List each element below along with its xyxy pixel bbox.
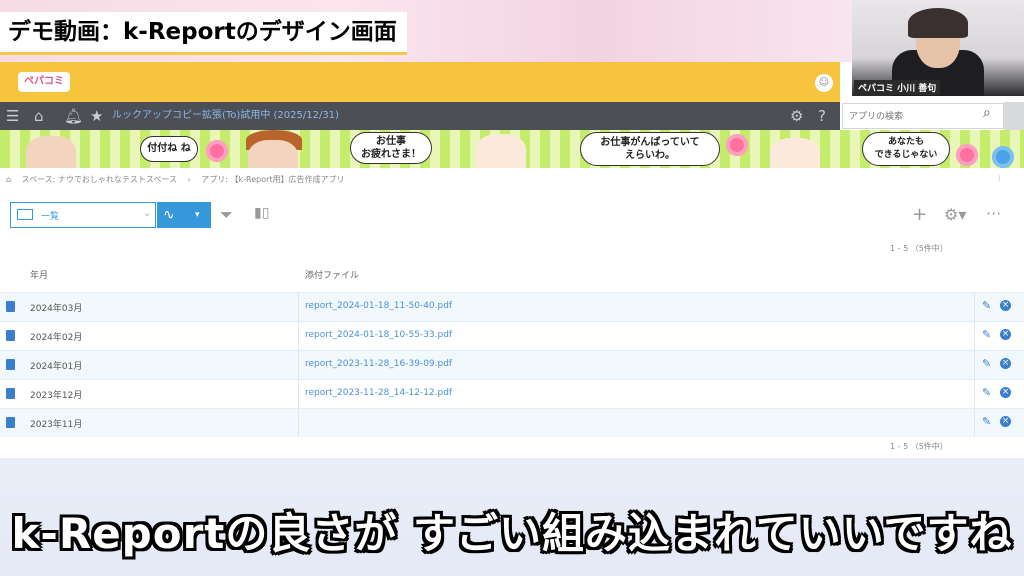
cell-divider xyxy=(298,351,299,379)
cell-month: 2024年02月 xyxy=(30,333,83,343)
chevron-down-icon: ▾ xyxy=(195,210,200,220)
breadcrumb: ⌂ スペース: ナウでおしゃれなテストスペース › アプリ: 【k-Report… xyxy=(6,174,353,186)
header-banner: 付付ね ね お仕事 お疲れさま！ お仕事がんばっていて えらいわ。 あなたも で… xyxy=(0,130,1024,168)
record-detail-icon[interactable] xyxy=(6,330,15,341)
banner-character xyxy=(476,134,526,168)
webcam-overlay: ペパコミ 小川 善句 xyxy=(852,0,1024,96)
delete-icon[interactable]: × xyxy=(1000,329,1011,340)
flower-icon xyxy=(992,146,1014,168)
nav-right-strip xyxy=(1004,102,1024,130)
home-icon[interactable]: ⌂ xyxy=(34,107,44,125)
column-header-file[interactable]: 添付ファイル xyxy=(305,268,359,281)
cell-file-link[interactable]: report_2024-01-18_10-55-33.pdf xyxy=(305,330,452,340)
app-header-bar xyxy=(0,62,840,102)
app-title-link[interactable]: ルックアップコピー拡張(To)試用中 (2025/12/31) xyxy=(112,108,339,124)
cell-divider xyxy=(298,380,299,408)
table-row[interactable]: 2024年02月 report_2024-01-18_10-55-33.pdf … xyxy=(0,321,1024,350)
add-record-icon[interactable]: + xyxy=(912,204,927,225)
delete-icon[interactable]: × xyxy=(1000,300,1011,311)
video-subtitle: k-Reportの良さが すごい組み込まれていいですね xyxy=(11,509,1013,558)
cell-divider xyxy=(974,409,975,437)
banner-bubble: あなたも できるじゃない xyxy=(862,132,950,166)
cell-divider xyxy=(298,322,299,350)
cell-file-link[interactable]: report_2024-01-18_11-50-40.pdf xyxy=(305,301,452,311)
flower-icon xyxy=(956,144,978,166)
search-icon[interactable]: ⌕ xyxy=(983,105,991,121)
cell-month: 2023年11月 xyxy=(30,420,83,430)
banner-character xyxy=(26,136,76,168)
cell-divider xyxy=(974,351,975,379)
star-icon[interactable]: ★ xyxy=(90,107,103,125)
graph-button[interactable]: ∿ ▾ xyxy=(157,202,211,228)
help-icon[interactable]: ? xyxy=(818,107,826,125)
breadcrumb-app[interactable]: アプリ: 【k-Report用】広告作成アプリ xyxy=(201,175,344,184)
table-row[interactable]: 2023年11月 ✎ × xyxy=(0,408,1024,437)
chevron-down-icon: ⌄ xyxy=(143,208,152,219)
flower-icon xyxy=(726,134,748,156)
table-row[interactable]: 2024年01月 report_2023-11-28_16-39-09.pdf … xyxy=(0,350,1024,379)
cell-month: 2024年01月 xyxy=(30,362,83,372)
banner-bubble: 付付ね ね xyxy=(140,136,198,162)
breadcrumb-pin-icon[interactable]: ⁝ xyxy=(998,174,1001,183)
home-breadcrumb-icon[interactable]: ⌂ xyxy=(6,175,11,184)
pager-bottom: 1 - 5 （5件中） xyxy=(890,442,948,451)
column-header-month[interactable]: 年月 xyxy=(30,268,48,281)
cell-divider xyxy=(298,409,299,437)
menu-icon[interactable]: ☰ xyxy=(6,107,19,125)
banner-bubble: お仕事がんばっていて えらいわ。 xyxy=(580,132,720,166)
cell-month: 2024年03月 xyxy=(30,304,83,314)
cell-divider xyxy=(974,380,975,408)
filter-icon[interactable]: ⏷ xyxy=(220,205,233,225)
view-selector-label: 一覧 xyxy=(41,212,60,222)
graph-icon: ∿ xyxy=(163,207,175,223)
webcam-name-tag: ペパコミ 小川 善句 xyxy=(854,80,941,95)
record-detail-icon[interactable] xyxy=(6,417,15,428)
cell-divider xyxy=(298,293,299,321)
edit-icon[interactable]: ✎ xyxy=(982,415,991,428)
app-logo[interactable]: ペパコミ xyxy=(18,72,70,92)
delete-icon[interactable]: × xyxy=(1000,416,1011,427)
banner-character xyxy=(248,140,298,168)
record-detail-icon[interactable] xyxy=(6,359,15,370)
app-search-input[interactable] xyxy=(847,107,981,127)
cell-file-link[interactable]: report_2023-11-28_14-12-12.pdf xyxy=(305,388,452,398)
cell-file-link[interactable]: report_2023-11-28_16-39-09.pdf xyxy=(305,359,452,369)
flower-icon xyxy=(206,140,228,162)
banner-bubble: お仕事 お疲れさま！ xyxy=(350,132,432,164)
cell-month: 2023年12月 xyxy=(30,391,83,401)
banner-character xyxy=(770,138,820,168)
edit-icon[interactable]: ✎ xyxy=(982,386,991,399)
cell-divider xyxy=(974,293,975,321)
settings-icon[interactable]: ⚙ xyxy=(790,107,803,125)
video-title: デモ動画：k-Reportのデザイン画面 xyxy=(0,12,407,55)
edit-icon[interactable]: ✎ xyxy=(982,357,991,370)
record-detail-icon[interactable] xyxy=(6,388,15,399)
gear-icon[interactable]: ⚙▾ xyxy=(944,205,966,224)
webcam-presenter-hair xyxy=(908,8,968,38)
breadcrumb-sep: › xyxy=(187,175,191,184)
delete-icon[interactable]: × xyxy=(1000,387,1011,398)
delete-icon[interactable]: × xyxy=(1000,358,1011,369)
breadcrumb-space[interactable]: スペース: ナウでおしゃれなテストスペース xyxy=(22,175,177,184)
more-options-icon[interactable]: ··· xyxy=(986,204,1001,223)
app-search-box[interactable]: ⌕ xyxy=(842,103,1004,129)
record-detail-icon[interactable] xyxy=(6,301,15,312)
bell-icon[interactable]: 🔔︎ xyxy=(64,107,83,125)
table-row[interactable]: 2023年12月 report_2023-11-28_14-12-12.pdf … xyxy=(0,379,1024,408)
bar-chart-icon[interactable]: ▮▯ xyxy=(254,205,269,221)
cell-divider xyxy=(974,322,975,350)
pager-top: 1 - 5 （5件中） xyxy=(890,244,948,253)
user-avatar-icon[interactable]: ☺ xyxy=(815,74,833,92)
view-selector[interactable]: 一覧 ⌄ xyxy=(10,202,156,228)
edit-icon[interactable]: ✎ xyxy=(982,328,991,341)
list-view-icon xyxy=(17,209,33,220)
table-row[interactable]: 2024年03月 report_2024-01-18_11-50-40.pdf … xyxy=(0,292,1024,321)
edit-icon[interactable]: ✎ xyxy=(982,299,991,312)
